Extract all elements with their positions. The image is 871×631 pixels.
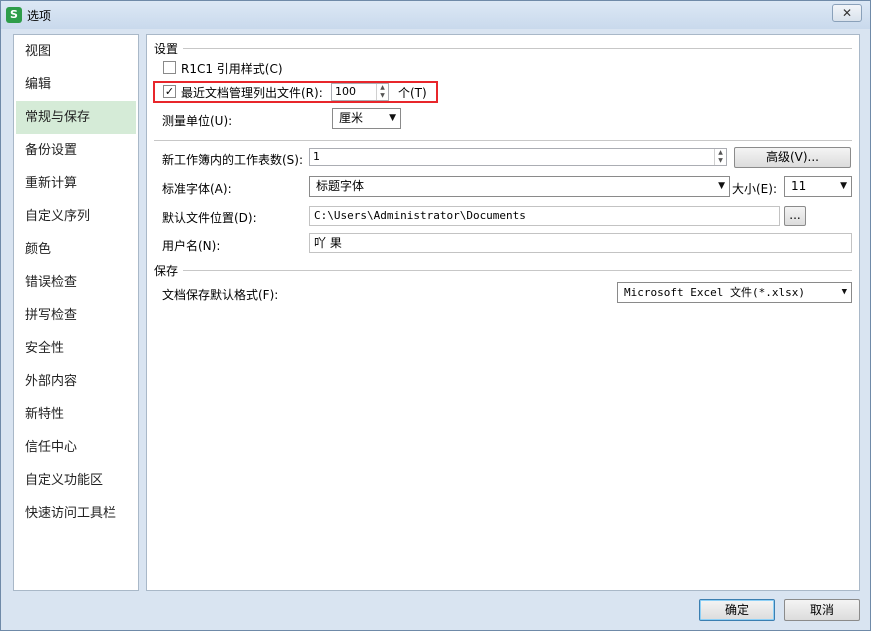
spreadsheet-app-icon: S bbox=[6, 7, 22, 23]
spin-up-icon[interactable]: ▲ bbox=[715, 149, 726, 157]
recent-files-label: 最近文档管理列出文件(R): bbox=[181, 86, 323, 100]
standard-font-value: 标题字体 bbox=[316, 179, 365, 193]
default-format-label: 文档保存默认格式(F): bbox=[162, 288, 279, 302]
close-icon: ✕ bbox=[841, 6, 853, 20]
settings-divider bbox=[183, 48, 852, 49]
sidebar-item-security[interactable]: 安全性 bbox=[14, 332, 138, 365]
close-button[interactable]: ✕ bbox=[832, 4, 862, 22]
username-input[interactable]: 吖 果 bbox=[309, 233, 852, 253]
recent-files-checkbox[interactable]: ✓ bbox=[163, 85, 176, 98]
sheet-count-input[interactable]: 1 ▲ ▼ bbox=[309, 148, 727, 166]
sidebar-item-external-content[interactable]: 外部内容 bbox=[14, 365, 138, 398]
sidebar-item-error-check[interactable]: 错误检查 bbox=[14, 266, 138, 299]
r1c1-label: R1C1 引用样式(C) bbox=[181, 62, 283, 76]
username-label: 用户名(N): bbox=[162, 239, 221, 253]
standard-font-dropdown[interactable]: 标题字体 ▼ bbox=[309, 176, 730, 197]
save-divider bbox=[183, 270, 852, 271]
recent-files-spinner[interactable]: ▲ ▼ bbox=[376, 84, 388, 100]
advanced-button[interactable]: 高级(V)... bbox=[734, 147, 851, 168]
sheet-count-label: 新工作簿内的工作表数(S): bbox=[162, 153, 304, 167]
measure-unit-label: 测量单位(U): bbox=[162, 114, 233, 128]
sheet-count-spinner[interactable]: ▲ ▼ bbox=[714, 149, 726, 165]
sidebar-item-custom-lists[interactable]: 自定义序列 bbox=[14, 200, 138, 233]
options-content-panel: 设置 R1C1 引用样式(C) ✓ 最近文档管理列出文件(R): 100 ▲ ▼… bbox=[146, 34, 860, 591]
dropdown-arrow-icon: ▼ bbox=[840, 181, 847, 191]
font-size-value: 11 bbox=[791, 179, 807, 193]
r1c1-checkbox[interactable] bbox=[163, 61, 176, 74]
cancel-button[interactable]: 取消 bbox=[784, 599, 860, 621]
save-section-title: 保存 bbox=[154, 264, 179, 278]
sidebar-item-colors[interactable]: 颜色 bbox=[14, 233, 138, 266]
spin-down-icon[interactable]: ▼ bbox=[377, 92, 388, 100]
font-size-dropdown[interactable]: 11 ▼ bbox=[784, 176, 852, 197]
recent-files-unit-label: 个(T) bbox=[398, 86, 427, 100]
measure-unit-value: 厘米 bbox=[339, 111, 364, 125]
sidebar-item-edit[interactable]: 编辑 bbox=[14, 68, 138, 101]
recent-files-count-input[interactable]: 100 ▲ ▼ bbox=[331, 83, 389, 101]
sidebar-item-backup[interactable]: 备份设置 bbox=[14, 134, 138, 167]
recent-files-count-value: 100 bbox=[335, 85, 356, 98]
standard-font-label: 标准字体(A): bbox=[162, 182, 232, 196]
options-dialog: S 选项 ✕ 视图 编辑 常规与保存 备份设置 重新计算 自定义序列 颜色 错误… bbox=[0, 0, 871, 631]
sidebar-item-customize-ribbon[interactable]: 自定义功能区 bbox=[14, 464, 138, 497]
dropdown-arrow-icon: ▼ bbox=[841, 287, 847, 297]
measure-unit-dropdown[interactable]: 厘米 ▼ bbox=[332, 108, 401, 129]
dropdown-arrow-icon: ▼ bbox=[718, 181, 725, 191]
default-location-label: 默认文件位置(D): bbox=[162, 211, 257, 225]
sidebar-item-quick-access-toolbar[interactable]: 快速访问工具栏 bbox=[14, 497, 138, 530]
sidebar-item-recalculate[interactable]: 重新计算 bbox=[14, 167, 138, 200]
options-sidebar: 视图 编辑 常规与保存 备份设置 重新计算 自定义序列 颜色 错误检查 拼写检查… bbox=[13, 34, 139, 591]
window-title: 选项 bbox=[27, 9, 52, 23]
settings-inner-divider bbox=[154, 140, 852, 141]
sidebar-item-spell-check[interactable]: 拼写检查 bbox=[14, 299, 138, 332]
title-bar[interactable]: S 选项 ✕ bbox=[1, 1, 870, 29]
sidebar-item-general-save[interactable]: 常规与保存 bbox=[16, 101, 136, 134]
sidebar-item-new-features[interactable]: 新特性 bbox=[14, 398, 138, 431]
settings-section-title: 设置 bbox=[154, 42, 179, 56]
default-format-dropdown[interactable]: Microsoft Excel 文件(*.xlsx) ▼ bbox=[617, 282, 852, 303]
font-size-label: 大小(E): bbox=[732, 182, 777, 196]
sidebar-item-view[interactable]: 视图 bbox=[14, 35, 138, 68]
sidebar-item-trust-center[interactable]: 信任中心 bbox=[14, 431, 138, 464]
dropdown-arrow-icon: ▼ bbox=[389, 113, 396, 123]
sheet-count-value: 1 bbox=[313, 150, 320, 163]
default-format-value: Microsoft Excel 文件(*.xlsx) bbox=[624, 286, 805, 299]
ok-button[interactable]: 确定 bbox=[699, 599, 775, 621]
browse-button[interactable]: ... bbox=[784, 206, 806, 226]
check-icon: ✓ bbox=[164, 85, 175, 98]
spin-down-icon[interactable]: ▼ bbox=[715, 157, 726, 165]
spin-up-icon[interactable]: ▲ bbox=[377, 84, 388, 92]
default-location-input[interactable]: C:\Users\Administrator\Documents bbox=[309, 206, 780, 226]
